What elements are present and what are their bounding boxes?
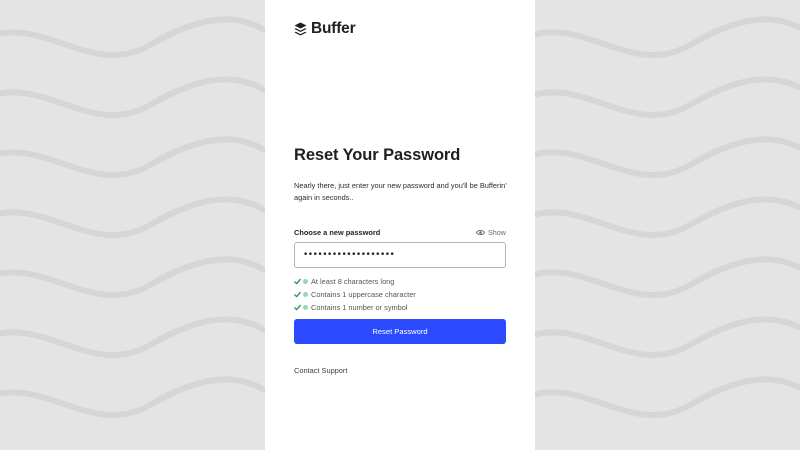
requirement-item: Contains 1 number or symbol xyxy=(294,301,416,314)
buffer-logo[interactable]: Buffer xyxy=(294,20,356,38)
contact-support-link[interactable]: Contact Support xyxy=(294,366,347,375)
password-field-label: Choose a new password xyxy=(294,228,381,237)
checkmark-icon xyxy=(294,291,301,298)
password-requirements: At least 8 characters long Contains 1 up… xyxy=(294,275,416,314)
reset-password-panel: Buffer Reset Your Password Nearly there,… xyxy=(265,0,535,450)
new-password-input[interactable] xyxy=(294,242,506,268)
requirement-item: At least 8 characters long xyxy=(294,275,416,288)
eye-icon xyxy=(476,230,485,235)
requirement-text: Contains 1 number or symbol xyxy=(311,303,408,312)
show-password-label: Show xyxy=(488,228,506,237)
page-subtitle: Nearly there, just enter your new passwo… xyxy=(294,181,507,202)
checkmark-icon xyxy=(294,278,301,285)
reset-password-button[interactable]: Reset Password xyxy=(294,319,506,344)
requirement-dot xyxy=(303,292,308,297)
requirement-dot xyxy=(303,279,308,284)
requirement-item: Contains 1 uppercase character xyxy=(294,288,416,301)
requirement-dot xyxy=(303,305,308,310)
requirement-text: At least 8 characters long xyxy=(311,277,395,286)
requirement-text: Contains 1 uppercase character xyxy=(311,290,416,299)
show-password-toggle[interactable]: Show xyxy=(476,228,506,237)
checkmark-icon xyxy=(294,304,301,311)
page-title: Reset Your Password xyxy=(294,146,461,164)
brand-name: Buffer xyxy=(311,20,356,37)
buffer-stack-icon xyxy=(294,22,307,35)
